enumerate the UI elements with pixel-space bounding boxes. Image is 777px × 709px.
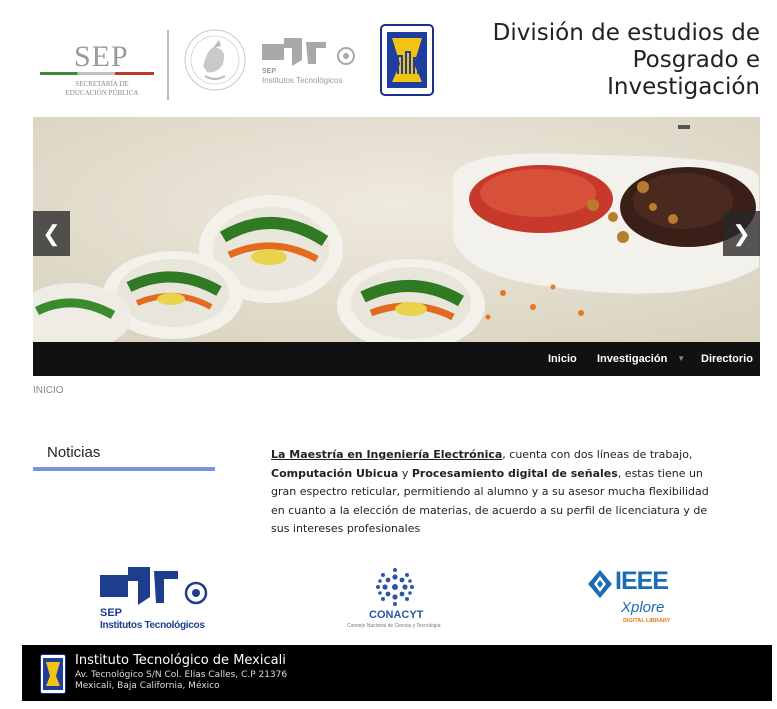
nav-item-inicio[interactable]: Inicio <box>548 342 577 376</box>
sep-logo-bar <box>40 72 154 75</box>
slide-image-sushi-rolls <box>33 117 760 342</box>
research-line-dsp: Procesamiento digital de señales <box>411 466 618 480</box>
partner-sep-label: SEP <box>100 607 123 619</box>
footer-address: Av. Tecnológico S/N Col. Elías Calles, C… <box>75 670 288 691</box>
slider-next-button[interactable]: ❯ <box>723 211 760 256</box>
site-footer: Instituto Tecnológico de Mexicali Av. Te… <box>22 645 772 701</box>
research-line-ubicua: Computación Ubicua <box>271 466 399 480</box>
nav-item-investigacion[interactable]: Investigación ▼ <box>597 342 685 376</box>
itm-crest-icon <box>40 654 66 694</box>
ieee-name: IEEE <box>615 567 669 595</box>
partner-ieee-xplore-logo[interactable]: IEEE Xplore DIGITAL LIBRARY <box>587 567 687 632</box>
tecnm-grey-sep: SEP <box>262 68 277 75</box>
partner-conacyt-logo[interactable]: CONACYT Consejo Nacional de Ciencia y Te… <box>345 567 445 635</box>
conacyt-subtitle: Consejo Nacional de Ciencia y Tecnología <box>347 623 441 629</box>
breadcrumb[interactable]: INICIO <box>33 385 64 396</box>
program-link[interactable]: La Maestría en Ingeniería Electrónica <box>271 448 502 461</box>
tecnm-mark-icon <box>262 38 355 66</box>
sep-logo-subtitle: SECRETARÍA DE EDUCACIÓN PÚBLICA <box>65 80 139 97</box>
site-header: SEP SECRETARÍA DE EDUCACIÓN PÚBLICA SEP … <box>0 0 777 117</box>
news-heading-underline <box>33 467 215 471</box>
tecnm-grey-name: Institutos Tecnológicos <box>262 76 343 85</box>
program-description: La Maestría en Ingeniería Electrónica, c… <box>271 448 709 536</box>
sep-logo-word: SEP <box>74 40 129 73</box>
ieee-product: Xplore <box>621 599 665 616</box>
conacyt-dots-icon <box>376 568 414 606</box>
itm-crest-icon[interactable] <box>380 24 434 96</box>
nav-item-directorio[interactable]: Directorio <box>701 342 753 376</box>
news-heading: Noticias <box>47 444 101 461</box>
header-divider <box>167 30 169 100</box>
slider-prev-button[interactable]: ❮ <box>33 211 70 256</box>
ieee-subtitle: DIGITAL LIBRARY <box>623 618 671 624</box>
tecnm-logo-grey[interactable]: SEP Institutos Tecnológicos <box>262 38 360 88</box>
footer-institution-name: Instituto Tecnológico de Mexicali <box>75 653 286 668</box>
tecnm-mark-icon <box>100 567 208 605</box>
division-title: División de estudios de Posgrado e Inves… <box>492 20 760 100</box>
partner-sep-tecnm-logo[interactable]: SEP Institutos Tecnológicos <box>98 565 210 635</box>
partner-tecnm-label: Institutos Tecnológicos <box>100 620 205 631</box>
mexico-seal-icon <box>184 29 246 91</box>
main-nav: Inicio Investigación ▼ Directorio <box>33 342 760 376</box>
image-slider[interactable]: ❮ ❯ <box>33 117 760 342</box>
conacyt-name: CONACYT <box>369 609 424 621</box>
ieee-diamond-icon <box>588 570 612 598</box>
slide-indicator[interactable] <box>678 125 690 129</box>
chevron-down-icon: ▼ <box>677 354 686 363</box>
sep-logo[interactable]: SEP SECRETARÍA DE EDUCACIÓN PÚBLICA <box>38 38 158 100</box>
